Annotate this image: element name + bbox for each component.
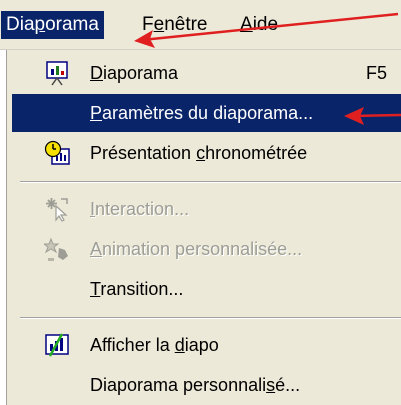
menu-item-afficher-diapo[interactable]: Afficher la diapo xyxy=(12,326,401,364)
menu-bar: Diaporama Fenêtre Aide xyxy=(0,0,401,50)
menu-item-parametres-diaporama[interactable]: Paramètres du diaporama... xyxy=(12,94,401,132)
diaporama-dropdown-menu: Diaporama F5 Paramètres du diaporama... … xyxy=(0,50,401,405)
menu-item-presentation-chronometree[interactable]: Présentation chronométrée xyxy=(12,134,401,172)
menu-item-transition[interactable]: Transition... xyxy=(12,270,401,308)
menu-item-label: Paramètres du diaporama... xyxy=(90,103,314,123)
menu-item-label: Interaction... xyxy=(90,199,190,219)
menu-fenetre[interactable]: Fenêtre xyxy=(138,12,212,38)
menu-item-diaporama-personnalise[interactable]: Diaporama personnalisé... xyxy=(12,366,401,404)
action-settings-icon xyxy=(44,196,70,222)
menu-item-label: Animation personnalisée... xyxy=(90,239,303,259)
menu-item-label: Diaporama xyxy=(90,63,179,83)
menu-aide[interactable]: Aide xyxy=(236,12,282,38)
shortcut-label: F5 xyxy=(365,63,387,83)
slideshow-icon xyxy=(44,60,70,86)
menu-item-label: Transition... xyxy=(90,279,184,299)
custom-animation-icon xyxy=(42,236,70,262)
menu-item-label: Présentation chronométrée xyxy=(90,143,308,163)
menu-separator xyxy=(20,317,401,319)
show-slide-icon xyxy=(44,332,70,358)
menu-item-label: Diaporama personnalisé... xyxy=(90,375,301,395)
menu-item-label: Afficher la diapo xyxy=(90,335,219,355)
menu-item-animation-personnalisee[interactable]: Animation personnalisée... xyxy=(12,230,401,268)
menu-item-interaction[interactable]: Interaction... xyxy=(12,190,401,228)
menu-item-diaporama[interactable]: Diaporama F5 xyxy=(12,54,401,92)
rehearse-timings-icon xyxy=(44,140,70,166)
menu-diaporama[interactable]: Diaporama xyxy=(1,11,104,39)
menu-separator xyxy=(20,181,401,183)
